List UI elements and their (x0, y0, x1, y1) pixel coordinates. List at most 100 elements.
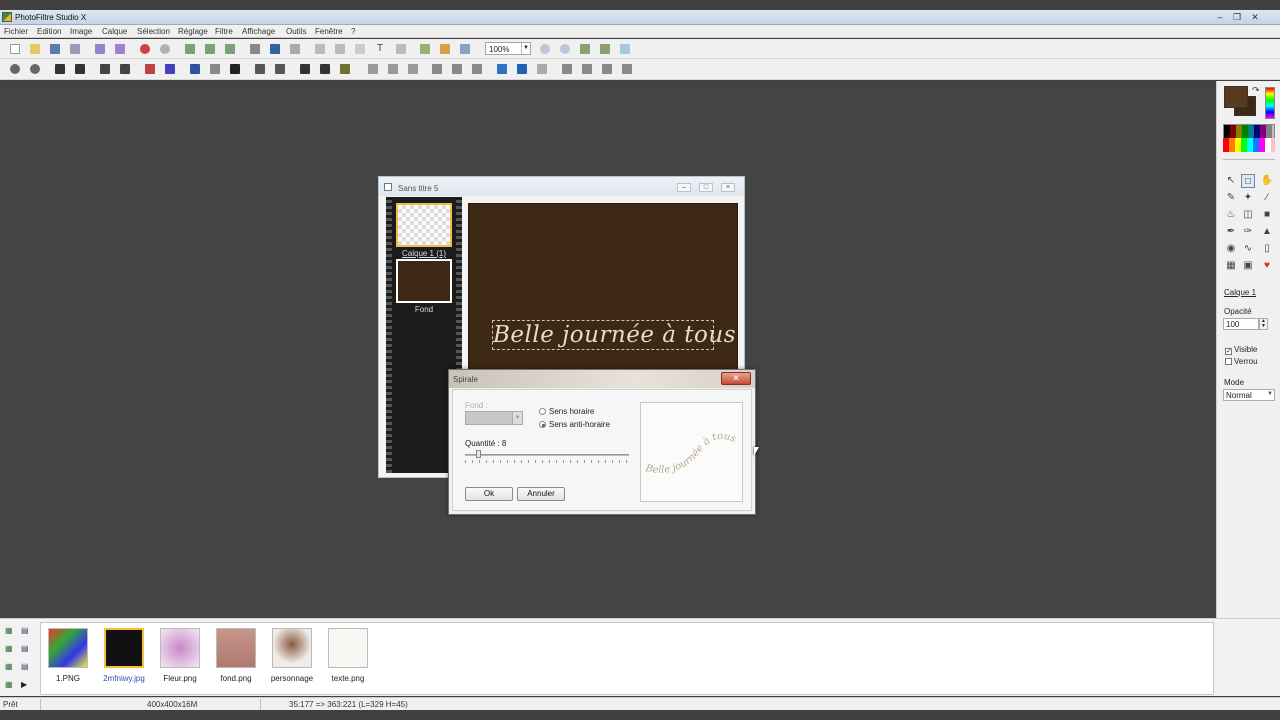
quantity-slider-thumb[interactable] (476, 450, 482, 458)
zoom-out-icon[interactable] (560, 44, 570, 54)
frame-icon[interactable] (340, 64, 350, 74)
color-balance-icon[interactable] (145, 64, 155, 74)
file-thumbnail[interactable] (48, 628, 88, 668)
zoom-in-icon[interactable] (540, 44, 550, 54)
negative-icon[interactable] (230, 64, 240, 74)
options-icon[interactable] (622, 64, 632, 74)
doc-minimize-icon[interactable]: – (677, 183, 691, 192)
undo-icon[interactable] (140, 44, 150, 54)
pattern-tool-icon[interactable]: ▦ (1224, 259, 1238, 273)
ok-button[interactable]: Ok (465, 487, 513, 501)
layer-label-fond[interactable]: Fond (386, 305, 462, 314)
list-view-icon[interactable]: ▤ (21, 625, 32, 636)
brightness-icon[interactable] (10, 64, 20, 74)
copy-icon[interactable] (185, 44, 195, 54)
document-title-bar[interactable]: Sans titre 5 – □ × (379, 177, 744, 196)
mosaic-icon[interactable] (300, 64, 310, 74)
grayscale-icon[interactable] (210, 64, 220, 74)
stamp-tool-icon[interactable]: ▲ (1260, 225, 1274, 239)
primary-color-swatch[interactable] (1224, 86, 1248, 108)
file-item[interactable]: 1.PNG (45, 628, 91, 683)
distribute-icon[interactable] (602, 64, 612, 74)
selection-icon[interactable] (355, 44, 365, 54)
smudge-tool-icon[interactable]: ∿ (1241, 242, 1255, 256)
outline-icon[interactable] (472, 64, 482, 74)
texture-icon[interactable] (320, 64, 330, 74)
opacity-stepper[interactable]: ▲ ▼ (1259, 318, 1268, 330)
align-icon[interactable] (582, 64, 592, 74)
radio-clockwise[interactable]: Sens horaire (539, 407, 594, 416)
checkbox-checked-icon[interactable]: ✓ (1225, 348, 1232, 355)
minimize-icon[interactable]: – (1215, 12, 1225, 22)
file-thumbnail[interactable] (216, 628, 256, 668)
chevron-down-icon[interactable]: ▼ (521, 43, 530, 54)
menu-help[interactable]: ? (351, 27, 355, 36)
flip-h-icon[interactable] (368, 64, 378, 74)
menu-filtre[interactable]: Filtre (215, 27, 233, 36)
selection-tool-icon[interactable]: □ (1241, 174, 1255, 188)
rotate-icon[interactable] (408, 64, 418, 74)
redo-icon[interactable] (160, 44, 170, 54)
arrow-right-icon[interactable]: ▶ (21, 679, 32, 690)
quantity-slider-track[interactable] (465, 454, 629, 456)
close-icon[interactable]: ✕ (1250, 12, 1260, 22)
hue-icon[interactable] (165, 64, 175, 74)
mask-icon[interactable] (497, 64, 507, 74)
menu-fichier[interactable]: Fichier (4, 27, 28, 36)
layer-icon[interactable] (250, 44, 260, 54)
fill-icon[interactable] (452, 64, 462, 74)
hand-tool-icon[interactable]: ✋ (1260, 174, 1274, 188)
saturation-up-icon[interactable] (100, 64, 110, 74)
menu-edition[interactable]: Edition (37, 27, 61, 36)
text-icon[interactable]: T (375, 44, 385, 54)
eraser-tool-icon[interactable]: ▯ (1260, 242, 1274, 256)
details-icon[interactable]: ▤ (21, 661, 32, 672)
transform-icon[interactable] (396, 44, 406, 54)
flip-v-icon[interactable] (388, 64, 398, 74)
fit-icon[interactable] (335, 44, 345, 54)
scan-icon[interactable] (115, 44, 125, 54)
settings-icon[interactable]: ▦ (5, 679, 16, 690)
new-file-icon[interactable] (10, 44, 20, 54)
file-thumbnail[interactable] (104, 628, 144, 668)
saturation-down-icon[interactable] (120, 64, 130, 74)
layer-thumb-calque1[interactable] (396, 203, 452, 247)
magic-wand-tool-icon[interactable]: ✦ (1241, 191, 1255, 205)
line-tool-icon[interactable]: ∕ (1260, 191, 1274, 205)
save-icon[interactable] (50, 44, 60, 54)
paste-icon[interactable] (205, 44, 215, 54)
radio-button-icon[interactable] (539, 408, 546, 415)
filter-icon[interactable] (440, 44, 450, 54)
pointer-tool-icon[interactable]: ↖ (1224, 174, 1238, 188)
brush-tool-icon[interactable]: ✒ (1224, 225, 1238, 239)
pen-tool-icon[interactable]: ✑ (1241, 225, 1255, 239)
contrast-icon[interactable] (30, 64, 40, 74)
dialog-title-bar[interactable]: Spirale ✕ (449, 370, 755, 388)
fit-window-icon[interactable] (600, 44, 610, 54)
gradient-tool-icon[interactable]: ■ (1260, 208, 1274, 222)
spray-tool-icon[interactable]: ◫ (1241, 208, 1255, 222)
print-icon[interactable] (95, 44, 105, 54)
opacity-input[interactable]: 100 ▲ ▼ (1223, 318, 1268, 330)
layer-label-calque1[interactable]: Calque 1 (1) (386, 249, 462, 258)
menu-fenetre[interactable]: Fenêtre (315, 27, 343, 36)
menu-reglage[interactable]: Réglage (178, 27, 208, 36)
color-spectrum[interactable] (1265, 87, 1275, 119)
actual-size-icon[interactable] (580, 44, 590, 54)
gallery-icon[interactable] (460, 44, 470, 54)
refresh-icon[interactable]: ▤ (21, 643, 32, 654)
clone-tool-icon[interactable]: ▣ (1241, 259, 1255, 273)
color-palette-row2[interactable] (1223, 138, 1275, 152)
shadow-icon[interactable] (517, 64, 527, 74)
canvas-size-icon[interactable] (290, 44, 300, 54)
radio-counter-clockwise[interactable]: Sens anti-horaire (539, 420, 610, 429)
file-thumbnail[interactable] (272, 628, 312, 668)
save-as-icon[interactable] (70, 44, 80, 54)
radio-button-checked-icon[interactable] (539, 421, 546, 428)
file-thumbnail[interactable] (160, 628, 200, 668)
file-thumbnail[interactable] (328, 628, 368, 668)
folder-icon[interactable]: ▦ (5, 643, 16, 654)
levels-icon[interactable] (190, 64, 200, 74)
blend-mode-select[interactable]: Normal ▼ (1223, 389, 1275, 401)
file-item[interactable]: personnage (269, 628, 315, 683)
